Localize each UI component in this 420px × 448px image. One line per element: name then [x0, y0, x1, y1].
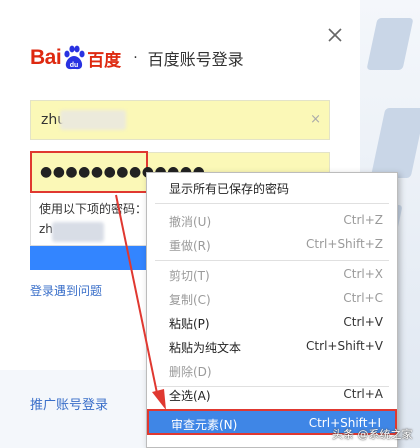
menu-item-redo[interactable]: 重做(R) Ctrl+Shift+Z — [147, 233, 397, 255]
clear-input-icon[interactable]: × — [310, 112, 321, 127]
menu-item-label: 撤消(U) — [169, 215, 212, 229]
saved-password-account[interactable]: zh — [39, 222, 53, 236]
menu-item-label: 全选(A) — [169, 389, 211, 403]
menu-item-cut[interactable]: 剪切(T) Ctrl+X — [147, 263, 397, 285]
menu-item-label: 粘贴(P) — [169, 317, 210, 331]
menu-item-shortcut: Ctrl+A — [343, 387, 383, 401]
title-separator: · — [133, 50, 138, 66]
logo-chinese-text: 百度 — [87, 50, 122, 71]
redacted-username — [60, 110, 126, 130]
menu-item-select-all[interactable]: 全选(A) Ctrl+A — [147, 383, 397, 405]
close-icon[interactable] — [324, 24, 346, 46]
menu-item-copy[interactable]: 复制(C) Ctrl+C — [147, 287, 397, 309]
logo-bai-text: Bai — [30, 46, 62, 69]
menu-item-delete[interactable]: 删除(D) — [147, 359, 397, 381]
context-menu: 显示所有已保存的密码 撤消(U) Ctrl+Z 重做(R) Ctrl+Shift… — [146, 172, 398, 448]
watermark: 头条 @系统之家 — [332, 428, 413, 441]
menu-item-shortcut: Ctrl+Z — [343, 213, 383, 227]
menu-item-undo[interactable]: 撤消(U) Ctrl+Z — [147, 209, 397, 231]
menu-item-label: 显示所有已保存的密码 — [169, 182, 290, 196]
login-help-link[interactable]: 登录遇到问题 — [30, 282, 102, 299]
menu-item-paste-plain-text[interactable]: 粘贴为纯文本 Ctrl+Shift+V — [147, 335, 397, 357]
password-input[interactable]: ●●●●●●●●●●●●● — [30, 151, 205, 193]
menu-item-paste[interactable]: 粘贴(P) Ctrl+V — [147, 311, 397, 333]
menu-item-label: 复制(C) — [169, 293, 211, 307]
menu-item-label: 重做(R) — [169, 239, 211, 253]
menu-item-label: 删除(D) — [169, 365, 212, 379]
menu-item-shortcut: Ctrl+X — [343, 267, 383, 281]
menu-item-label: 剪切(T) — [169, 269, 210, 283]
menu-item-shortcut: Ctrl+Shift+V — [306, 339, 383, 353]
promo-account-login-link[interactable]: 推广账号登录 — [30, 394, 108, 413]
menu-item-shortcut: Ctrl+V — [343, 315, 383, 329]
logo-du-text: du — [70, 62, 79, 69]
menu-item-show-saved-passwords[interactable]: 显示所有已保存的密码 — [147, 176, 397, 198]
menu-item-label: 审查元素(N) — [171, 418, 238, 432]
paw-logo-icon: du — [64, 45, 85, 70]
menu-item-shortcut: Ctrl+Shift+Z — [306, 237, 383, 251]
redacted-account — [52, 222, 104, 242]
menu-item-shortcut: Ctrl+C — [343, 291, 383, 305]
saved-password-heading: 使用以下项的密码： — [39, 202, 148, 216]
menu-separator — [155, 260, 389, 261]
menu-separator — [155, 203, 389, 204]
baidu-logo: Bai du 百度 · 百度账号登录 — [30, 43, 244, 73]
menu-item-label: 粘贴为纯文本 — [169, 341, 242, 355]
dialog-title: 百度账号登录 — [147, 50, 244, 69]
